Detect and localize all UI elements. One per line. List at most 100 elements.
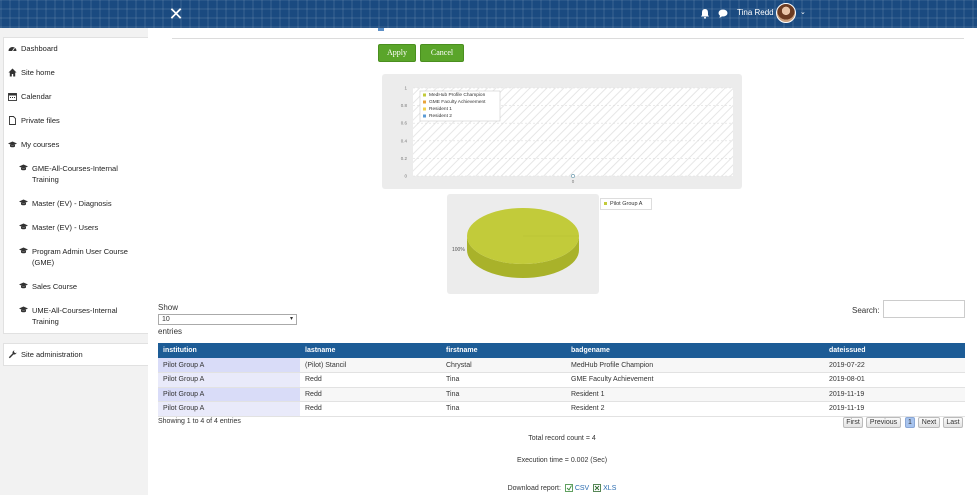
legend-label: Resident 2 bbox=[429, 113, 452, 119]
xls-file-icon bbox=[593, 484, 602, 492]
download-label: Download report: bbox=[507, 484, 561, 492]
sidebar-item-label: GME-All-Courses-Internal Training bbox=[32, 164, 118, 184]
top-navbar: ✕ Tina Redd ⌄ bbox=[0, 0, 977, 28]
cell-badgename: Resident 1 bbox=[566, 387, 824, 402]
user-name[interactable]: Tina Redd bbox=[737, 8, 774, 17]
calendar-icon bbox=[8, 93, 17, 101]
y-tick-label: 0.4 bbox=[401, 138, 408, 143]
pie-slice-label: 100% bbox=[452, 247, 465, 253]
cell-institution: Pilot Group A bbox=[158, 401, 300, 417]
csv-link[interactable]: CSV bbox=[575, 485, 589, 492]
sidebar-item-label: Master (EV) - Users bbox=[32, 223, 99, 232]
graduation-cap-icon bbox=[19, 223, 28, 230]
y-tick-label: 0.8 bbox=[401, 103, 408, 108]
showing-entries-text: Showing 1 to 4 of 4 entries bbox=[158, 418, 241, 425]
legend-label: MedHub Profile Champion bbox=[429, 92, 486, 98]
pie-legend-label: Pilot Group A bbox=[610, 201, 643, 207]
cell-lastname: (Pilot) Stancil bbox=[300, 358, 441, 373]
divider bbox=[172, 38, 964, 39]
legend-swatch bbox=[423, 114, 426, 118]
execution-time: Execution time = 0.002 (Sec) bbox=[516, 457, 608, 464]
apply-button[interactable]: Apply bbox=[378, 44, 416, 62]
column-header[interactable]: institution bbox=[158, 343, 300, 358]
graduation-cap-icon bbox=[19, 247, 28, 254]
cell-firstname: Tina bbox=[441, 401, 566, 417]
cell-institution: Pilot Group A bbox=[158, 387, 300, 402]
chevron-down-icon: ▾ bbox=[289, 316, 293, 322]
table-row: Pilot Group A (Pilot) Stancil Chrystal M… bbox=[158, 358, 965, 373]
sidebar-item-dashboard[interactable]: Dashboard bbox=[8, 44, 58, 53]
sidebar-course-master-users[interactable]: Master (EV) - Users bbox=[19, 222, 144, 233]
link-marker bbox=[378, 28, 384, 31]
search-input[interactable] bbox=[883, 300, 965, 318]
cell-institution: Pilot Group A bbox=[158, 358, 300, 373]
sidebar-course-gme-all[interactable]: GME-All-Courses-Internal Training bbox=[19, 163, 144, 185]
x-tick-label: 0 bbox=[572, 179, 575, 184]
sidebar-item-label: Program Admin User Course (GME) bbox=[32, 247, 128, 267]
line-chart-panel: 0 0.2 0.4 0.6 0.8 1 0 MedHub Profile Champion… bbox=[382, 74, 742, 189]
pie-legend-swatch bbox=[604, 202, 607, 206]
close-icon[interactable]: ✕ bbox=[166, 4, 186, 24]
legend-label: Resident 1 bbox=[429, 106, 452, 112]
cell-firstname: Tina bbox=[441, 387, 566, 402]
sidebar-item-site-home[interactable]: Site home bbox=[8, 68, 55, 77]
graduation-cap-icon bbox=[19, 164, 28, 171]
sidebar-course-program-admin[interactable]: Program Admin User Course (GME) bbox=[19, 246, 144, 268]
avatar[interactable] bbox=[776, 3, 796, 23]
column-header[interactable]: firstname bbox=[441, 343, 566, 358]
sidebar-item-label: UME-All-Courses-Internal Training bbox=[32, 306, 118, 326]
pie-chart: 100% bbox=[452, 208, 579, 278]
column-header[interactable]: dateissued bbox=[824, 343, 965, 358]
page-size-value: 10 bbox=[162, 316, 170, 323]
cell-lastname: Redd bbox=[300, 372, 441, 388]
sidebar-course-ume-all[interactable]: UME-All-Courses-Internal Training bbox=[19, 305, 144, 327]
csv-file-icon bbox=[564, 484, 573, 492]
file-icon bbox=[9, 116, 16, 125]
sidebar-course-master-diagnosis[interactable]: Master (EV) - Diagnosis bbox=[19, 198, 144, 209]
y-tick-label: 1 bbox=[404, 86, 407, 91]
column-header[interactable]: badgename bbox=[566, 343, 824, 358]
sidebar-item-calendar[interactable]: Calendar bbox=[8, 92, 51, 101]
legend: MedHub Profile ChampionGME Faculty Achie… bbox=[419, 90, 501, 122]
legend-swatch bbox=[423, 93, 426, 97]
main-content: Apply Cancel 0 0.2 0.4 0.6 0.8 1 0 MedHub Pro… bbox=[148, 28, 977, 495]
sidebar-course-sales[interactable]: Sales Course bbox=[19, 281, 144, 292]
cancel-button[interactable]: Cancel bbox=[420, 44, 464, 62]
y-tick-label: 0.6 bbox=[401, 121, 408, 126]
chat-icon[interactable] bbox=[718, 8, 728, 19]
entries-label: entries bbox=[158, 327, 183, 336]
sidebar: Dashboard Site home Calendar Private fil… bbox=[0, 28, 156, 495]
table-row: Pilot Group A Redd Tina GME Faculty Achi… bbox=[158, 372, 965, 388]
pagination-previous[interactable]: Previous bbox=[866, 417, 901, 428]
column-header[interactable]: lastname bbox=[300, 343, 441, 358]
chevron-down-icon[interactable]: ⌄ bbox=[800, 8, 806, 16]
cell-firstname: Tina bbox=[441, 372, 566, 388]
y-tick-label: 0.2 bbox=[401, 156, 408, 161]
graduation-cap-icon bbox=[19, 282, 28, 289]
sidebar-item-site-administration[interactable]: Site administration bbox=[8, 350, 83, 359]
x-tick-labels: 0 bbox=[572, 179, 575, 184]
table-row: Pilot Group A Redd Tina Resident 2 2019-… bbox=[158, 401, 965, 417]
table-row: Pilot Group A Redd Tina Resident 1 2019-… bbox=[158, 387, 965, 402]
pagination-next[interactable]: Next bbox=[918, 417, 940, 428]
graduation-cap-icon bbox=[8, 141, 17, 148]
line-chart: 0 0.2 0.4 0.6 0.8 1 0 MedHub Profile Champion… bbox=[401, 86, 733, 184]
sidebar-item-my-courses[interactable]: My courses bbox=[8, 140, 59, 149]
graduation-cap-icon bbox=[19, 199, 28, 206]
cell-lastname: Redd bbox=[300, 401, 441, 417]
cell-dateissued: 2019-11-19 bbox=[824, 401, 965, 417]
pagination-last[interactable]: Last bbox=[943, 417, 963, 428]
cell-dateissued: 2019-07-22 bbox=[824, 358, 965, 373]
legend-label: GME Faculty Achievement bbox=[429, 99, 486, 105]
xls-link[interactable]: XLS bbox=[603, 485, 616, 492]
pagination-first[interactable]: First bbox=[843, 417, 863, 428]
record-count: Total record count = 4 bbox=[528, 435, 596, 442]
sidebar-item-private-files[interactable]: Private files bbox=[8, 116, 60, 125]
download-report: Download report: CSV XLS bbox=[412, 484, 712, 492]
pagination-page-1[interactable]: 1 bbox=[905, 417, 915, 428]
page-size-select[interactable]: 10 ▾ bbox=[158, 314, 297, 325]
sidebar-item-label: Private files bbox=[21, 116, 60, 125]
bell-icon[interactable] bbox=[700, 8, 710, 19]
dashboard-icon bbox=[8, 47, 17, 52]
cell-institution: Pilot Group A bbox=[158, 372, 300, 388]
